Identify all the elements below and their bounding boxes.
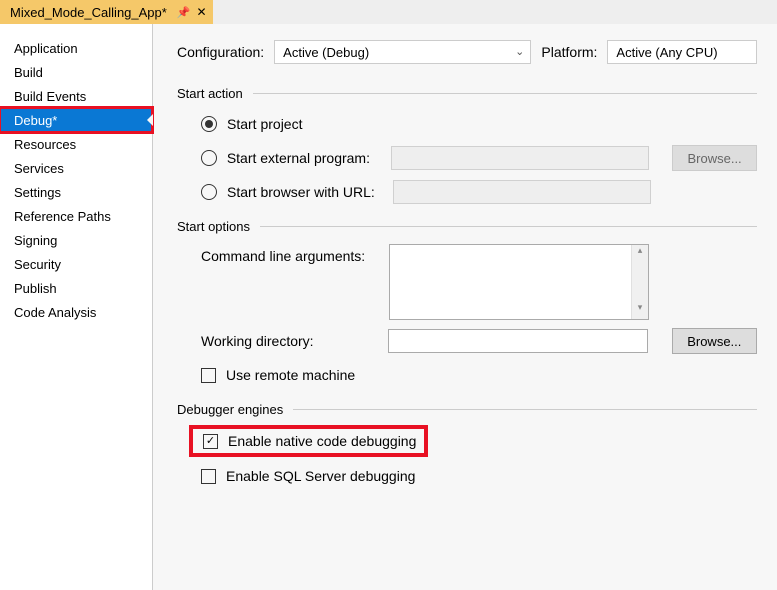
sidebar-item-signing[interactable]: Signing bbox=[0, 228, 152, 252]
workdir-input[interactable] bbox=[388, 329, 648, 353]
sidebar-item-build-events[interactable]: Build Events bbox=[0, 84, 152, 108]
content-area: Application Build Build Events Debug* Re… bbox=[0, 24, 777, 590]
checkbox-enable-sql[interactable] bbox=[201, 469, 216, 484]
tab-title: Mixed_Mode_Calling_App* bbox=[10, 5, 167, 20]
cmdline-label: Command line arguments: bbox=[201, 244, 389, 264]
cmdline-row: Command line arguments: ▴ ▾ bbox=[201, 244, 757, 320]
enable-sql-label: Enable SQL Server debugging bbox=[226, 468, 415, 484]
radio-start-project-label: Start project bbox=[227, 116, 302, 132]
section-start-action: Start action bbox=[177, 86, 757, 101]
highlight-enable-native: Enable native code debugging bbox=[191, 427, 426, 455]
config-row: Configuration: Active (Debug) ⌄ Platform… bbox=[177, 40, 757, 64]
sidebar-item-code-analysis[interactable]: Code Analysis bbox=[0, 300, 152, 324]
browser-url-input[interactable] bbox=[393, 180, 651, 204]
tab-bar: Mixed_Mode_Calling_App* 📌 ✕ bbox=[0, 0, 777, 24]
section-start-options: Start options bbox=[177, 219, 757, 234]
sidebar-item-publish[interactable]: Publish bbox=[0, 276, 152, 300]
radio-start-external-row: Start external program: Browse... bbox=[201, 145, 757, 171]
browse-workdir-button[interactable]: Browse... bbox=[672, 328, 757, 354]
sidebar-item-security[interactable]: Security bbox=[0, 252, 152, 276]
sidebar-item-settings[interactable]: Settings bbox=[0, 180, 152, 204]
pin-icon[interactable]: 📌 bbox=[177, 6, 191, 19]
scrollbar[interactable]: ▴ ▾ bbox=[631, 245, 648, 319]
section-debugger-engines: Debugger engines bbox=[177, 402, 757, 417]
radio-start-browser-row: Start browser with URL: bbox=[201, 179, 757, 205]
radio-start-external[interactable] bbox=[201, 150, 217, 166]
sidebar-item-application[interactable]: Application bbox=[0, 36, 152, 60]
chevron-down-icon: ⌄ bbox=[515, 45, 524, 58]
workdir-label: Working directory: bbox=[201, 333, 388, 349]
sidebar-item-debug[interactable]: Debug* bbox=[0, 108, 152, 132]
scroll-down-icon[interactable]: ▾ bbox=[632, 302, 648, 319]
main-panel: Configuration: Active (Debug) ⌄ Platform… bbox=[152, 24, 777, 590]
platform-dropdown[interactable]: Active (Any CPU) bbox=[607, 40, 757, 64]
configuration-label: Configuration: bbox=[177, 44, 264, 60]
radio-start-browser-label: Start browser with URL: bbox=[227, 184, 393, 200]
use-remote-row: Use remote machine bbox=[201, 362, 757, 388]
radio-start-browser[interactable] bbox=[201, 184, 217, 200]
checkbox-enable-native[interactable] bbox=[203, 434, 218, 449]
configuration-dropdown[interactable]: Active (Debug) ⌄ bbox=[274, 40, 531, 64]
enable-native-row: Enable native code debugging bbox=[203, 433, 416, 449]
workdir-row: Working directory: Browse... bbox=[201, 328, 757, 354]
radio-start-project-row: Start project bbox=[201, 111, 757, 137]
use-remote-label: Use remote machine bbox=[226, 367, 355, 383]
sidebar-item-resources[interactable]: Resources bbox=[0, 132, 152, 156]
sidebar-item-reference-paths[interactable]: Reference Paths bbox=[0, 204, 152, 228]
radio-start-project[interactable] bbox=[201, 116, 217, 132]
radio-start-external-label: Start external program: bbox=[227, 150, 391, 166]
enable-native-label: Enable native code debugging bbox=[228, 433, 416, 449]
cmdline-input[interactable]: ▴ ▾ bbox=[389, 244, 649, 320]
checkbox-use-remote[interactable] bbox=[201, 368, 216, 383]
scroll-up-icon[interactable]: ▴ bbox=[632, 245, 648, 262]
browse-external-button[interactable]: Browse... bbox=[672, 145, 757, 171]
document-tab[interactable]: Mixed_Mode_Calling_App* 📌 ✕ bbox=[0, 0, 213, 24]
close-icon[interactable]: ✕ bbox=[197, 5, 207, 19]
platform-label: Platform: bbox=[541, 44, 597, 60]
enable-sql-row: Enable SQL Server debugging bbox=[201, 463, 757, 489]
external-program-input[interactable] bbox=[391, 146, 649, 170]
sidebar-item-services[interactable]: Services bbox=[0, 156, 152, 180]
sidebar: Application Build Build Events Debug* Re… bbox=[0, 24, 152, 590]
sidebar-item-build[interactable]: Build bbox=[0, 60, 152, 84]
